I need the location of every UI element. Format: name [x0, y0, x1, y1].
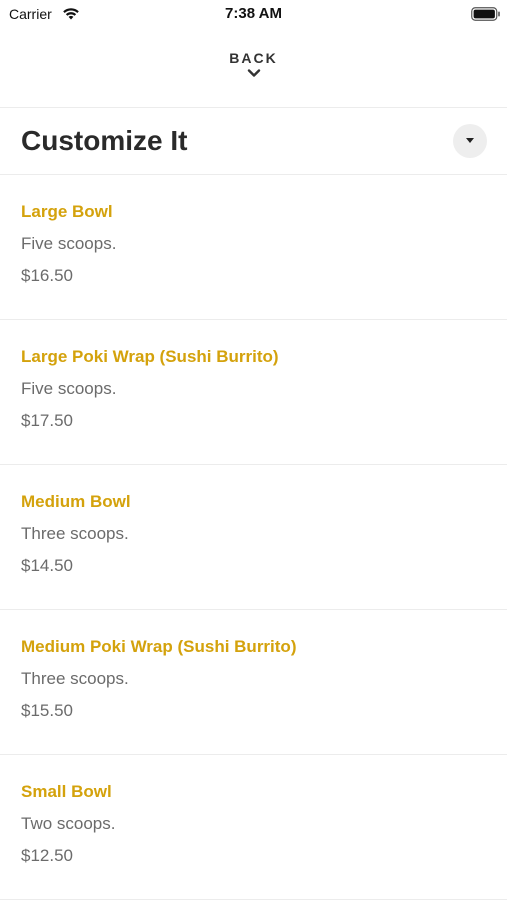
back-button[interactable]: BACK [0, 44, 507, 94]
option-name: Small Bowl [21, 782, 112, 801]
option-description: Two scoops. [21, 814, 116, 833]
list-item[interactable]: Medium Bowl Three scoops. $14.50 [0, 465, 507, 610]
option-description: Three scoops. [21, 669, 129, 688]
option-description: Five scoops. [21, 234, 117, 253]
back-label: BACK [229, 50, 278, 66]
chevron-down-icon [247, 69, 260, 77]
caret-down-icon [466, 138, 474, 143]
option-price: $14.50 [21, 556, 73, 575]
list-item[interactable]: Medium Poki Wrap (Sushi Burrito) Three s… [0, 610, 507, 755]
options-list: Large Bowl Five scoops. $16.50 Large Pok… [0, 175, 507, 900]
list-item[interactable]: Large Bowl Five scoops. $16.50 [0, 175, 507, 320]
collapse-toggle-button[interactable] [453, 124, 487, 158]
list-item[interactable]: Small Bowl Two scoops. $12.50 [0, 755, 507, 900]
option-description: Three scoops. [21, 524, 129, 543]
option-price: $16.50 [21, 266, 73, 285]
option-price: $17.50 [21, 411, 73, 430]
section-title: Customize It [21, 125, 188, 156]
battery-icon [471, 7, 500, 21]
option-description: Five scoops. [21, 379, 117, 398]
option-price: $12.50 [21, 846, 73, 865]
option-price: $15.50 [21, 701, 73, 720]
status-time: 7:38 AM [225, 5, 282, 22]
section-header: Customize It [0, 108, 507, 174]
status-bar: Carrier 7:38 AM [0, 0, 507, 30]
option-name: Medium Bowl [21, 492, 131, 511]
option-name: Medium Poki Wrap (Sushi Burrito) [21, 637, 297, 656]
option-name: Large Poki Wrap (Sushi Burrito) [21, 347, 279, 366]
list-item[interactable]: Large Poki Wrap (Sushi Burrito) Five sco… [0, 320, 507, 465]
option-name: Large Bowl [21, 202, 113, 221]
